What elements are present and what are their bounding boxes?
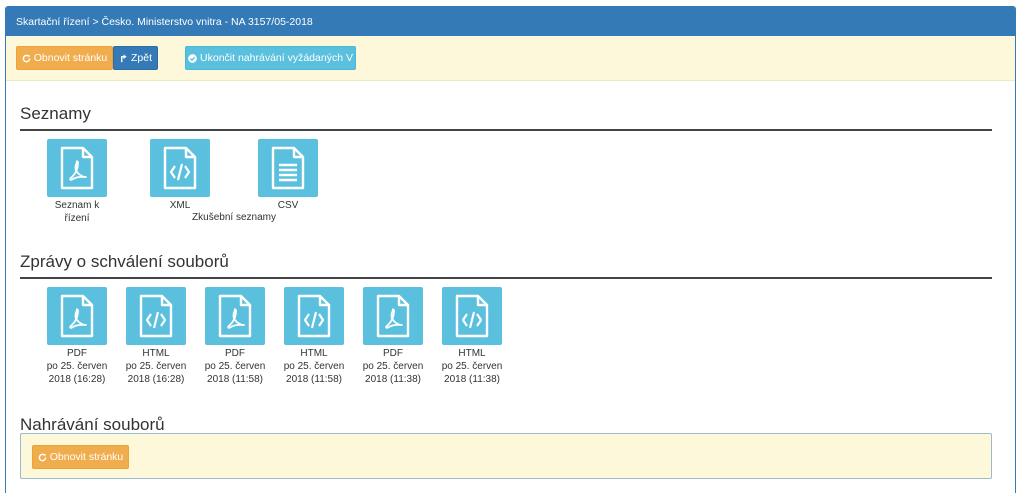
pdf-file-icon[interactable] [47,139,107,197]
report-label: PDF [225,348,245,359]
refresh-icon [22,54,31,62]
report-label: 2018 (16:28) [48,374,106,385]
report-label: po 25. červen [283,361,345,372]
end-upload-button[interactable]: Ukončit nahrávání vyžádaných V [185,46,356,70]
list-item-xml[interactable]: XML [140,139,220,212]
section-divider [20,277,992,279]
list-item-csv[interactable]: CSV [248,139,328,212]
report-item[interactable]: HTML po 25. červen 2018 (11:58) [274,287,354,386]
upload-refresh-button[interactable]: Obnovit stránku [32,445,129,469]
refresh-page-label: Obnovit stránku [33,52,108,64]
code-file-icon[interactable] [150,139,210,197]
list-item-label: řízení [64,213,90,224]
list-item-pdf[interactable]: Seznam k řízení [37,139,117,225]
code-file-icon[interactable] [126,287,186,345]
report-label: po 25. červen [362,361,424,372]
pdf-file-icon[interactable] [363,287,423,345]
report-label: PDF [67,348,87,359]
report-label: po 25. červen [204,361,266,372]
pdf-file-icon[interactable] [205,287,265,345]
report-label: HTML [300,348,328,359]
back-label: Zpět [130,52,152,64]
lists-section-title: Seznamy [20,104,91,123]
report-item[interactable]: HTML po 25. červen 2018 (16:28) [116,287,196,386]
report-label: 2018 (11:58) [286,374,342,385]
group-label: Zkušební seznamy [192,212,276,223]
list-item-label: XML [169,200,191,211]
back-button[interactable]: Zpět [113,46,158,70]
list-item-label: Seznam k [54,200,100,211]
report-label: PDF [383,348,403,359]
end-upload-label: Ukončit nahrávání vyžádaných V [200,52,353,64]
report-label: po 25. červen [125,361,187,372]
pdf-file-icon[interactable] [47,287,107,345]
text-file-icon[interactable] [258,139,318,197]
section-divider [20,129,992,131]
report-item[interactable]: PDF po 25. červen 2018 (11:38) [353,287,433,386]
report-item[interactable]: HTML po 25. červen 2018 (11:38) [432,287,512,386]
code-file-icon[interactable] [442,287,502,345]
upload-section-title: Nahrávání souborů [20,415,165,434]
report-label: 2018 (16:28) [127,374,185,385]
list-item-label: CSV [277,200,299,211]
report-label: 2018 (11:38) [444,374,500,385]
back-arrow-icon [120,53,127,62]
report-label: HTML [458,348,486,359]
report-item[interactable]: PDF po 25. červen 2018 (11:58) [195,287,275,386]
report-label: po 25. červen [46,361,108,372]
report-label: 2018 (11:38) [365,374,421,385]
reports-section-title: Zprávy o schválení souborů [20,252,229,271]
report-label: po 25. červen [441,361,503,372]
check-circle-icon [188,53,197,63]
toolbar: Obnovit stránku Zpět Ukončit nahrávání v… [6,36,1015,81]
code-file-icon[interactable] [284,287,344,345]
breadcrumb-text: Skartační řízení > Česko. Ministerstvo v… [16,16,313,28]
upload-refresh-label: Obnovit stránku [49,451,124,463]
refresh-page-button[interactable]: Obnovit stránku [16,46,113,70]
report-label: 2018 (11:58) [207,374,263,385]
report-label: HTML [142,348,170,359]
report-item[interactable]: PDF po 25. červen 2018 (16:28) [37,287,117,386]
refresh-icon [38,453,47,461]
breadcrumb: Skartační řízení > Česko. Ministerstvo v… [6,7,1015,36]
upload-panel: Obnovit stránku [20,433,992,479]
